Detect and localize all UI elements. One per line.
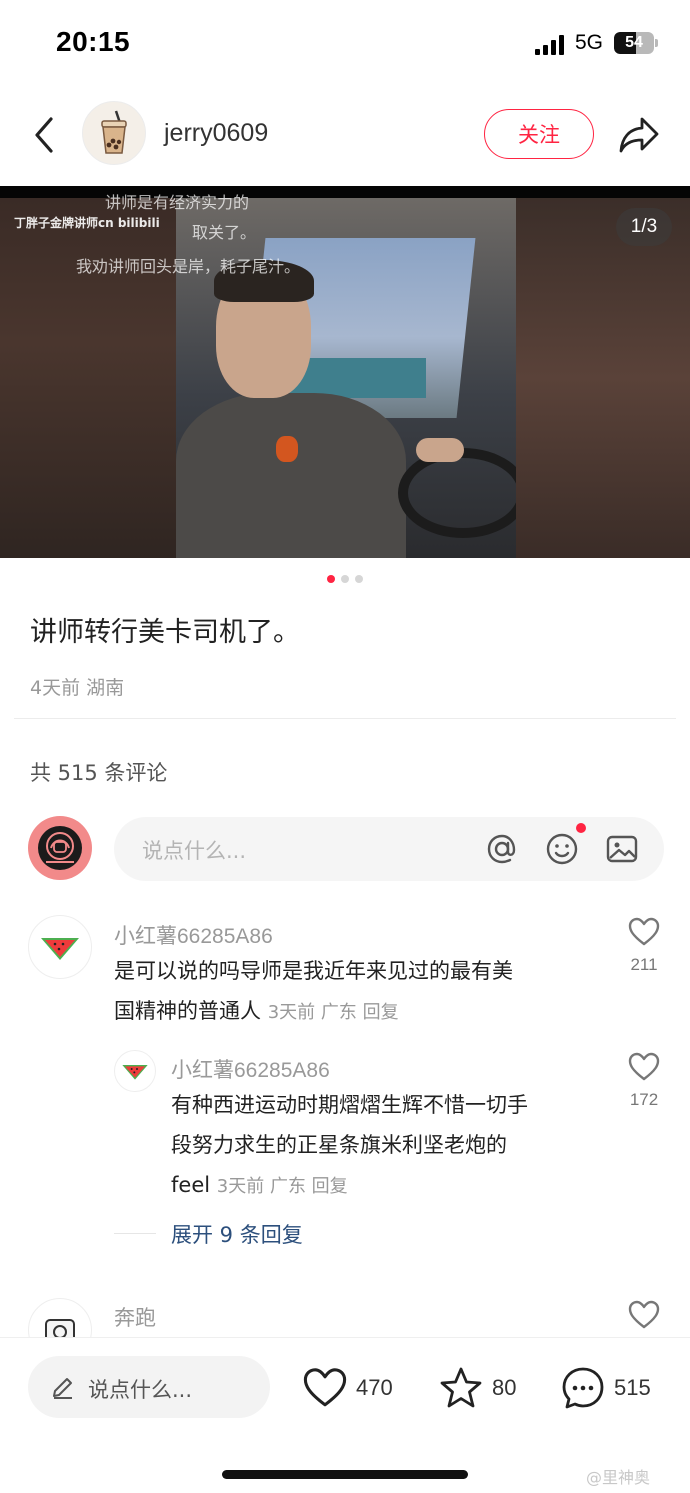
share-button[interactable] [618,115,660,155]
comment-input-placeholder: 说点什么... [142,839,247,863]
reply-text-line: 有种西进运动时期熠熠生辉不惜一切手 [171,1093,528,1117]
comment-meta[interactable]: 3天前 广东 回复 [268,1002,399,1023]
uniform-patch [276,436,298,462]
media-blur-right [516,198,690,558]
comment-count: 共 515 条评论 [30,761,168,785]
comment-text-line: 国精神的普通人 3天前 广东 回复 [114,991,604,1033]
like-button[interactable]: 470 [302,1364,393,1412]
back-button[interactable] [26,113,62,157]
comment-text: 是可以说的吗导师是我近年来见过的最有美 国精神的普通人 3天前 广东 回复 [114,951,604,1033]
bubble-tea-icon [101,110,127,154]
mention-button[interactable] [484,831,520,867]
steering-wheel [398,448,516,538]
carousel-dots [0,575,690,585]
carousel-dot[interactable] [341,575,349,583]
like-count: 470 [356,1375,393,1400]
caption-line-1: 讲师是有经济实力的 [105,193,250,212]
comment-text-tail: 国精神的普通人 [114,999,261,1023]
battery-tip [655,39,658,47]
carousel-dot[interactable] [355,575,363,583]
pencil-icon [53,1378,72,1399]
reply-text: 有种西进运动时期熠熠生辉不惜一切手 段努力求生的正星条旗米利坚老炮的 feel … [171,1085,601,1207]
heart-icon [628,1052,660,1081]
driver-body [176,393,406,558]
heart-icon [628,1300,660,1329]
image-button[interactable] [604,831,640,867]
smile-icon [546,833,578,865]
media-blur-left [0,198,176,558]
heart-icon [628,917,660,946]
expand-replies-button[interactable]: 展开 9 条回复 [171,1219,303,1249]
at-icon [487,834,516,864]
reply-text-line: feel 3天前 广东 回复 [171,1165,601,1207]
home-indicator[interactable] [222,1470,468,1479]
commenter-avatar[interactable] [28,915,92,979]
video-watermark: 丁胖子金牌讲师cn bilibili [14,216,160,230]
signal-icon [535,35,565,55]
reply-text-line: 段努力求生的正星条旗米利坚老炮的 [171,1133,507,1157]
watermelon-icon [41,938,79,960]
avatar-emblem-icon [38,826,82,870]
commenter-name[interactable]: 小红薯66285A86 [114,920,273,950]
comment-like-button[interactable] [619,1300,669,1334]
media-top-strip [0,186,690,198]
commenter-name[interactable]: 奔跑 [114,1302,156,1332]
comment-bubble-icon [562,1367,604,1409]
share-icon [619,117,659,153]
notification-dot [576,823,586,833]
driver-hand [416,438,464,462]
post-header: jerry0609 关注 [0,95,690,175]
image-icon [606,835,638,863]
battery-icon: 54 [614,32,654,54]
page-indicator: 1/3 [616,208,672,246]
comment-text-line: 是可以说的吗导师是我近年来见过的最有美 [114,959,513,983]
bottom-input-placeholder: 说点什么... [88,1378,193,1402]
comment-like-button[interactable]: 211 [619,917,669,975]
reply-meta[interactable]: 3天前 广东 回复 [217,1176,348,1197]
heart-icon [303,1368,347,1407]
reply-like-count: 172 [629,1090,659,1109]
my-avatar[interactable] [28,816,92,880]
status-bar: 20:15 5G 54 [0,0,690,88]
collect-count: 80 [492,1375,517,1400]
follow-button[interactable]: 关注 [484,109,594,159]
divider [14,718,676,719]
star-icon [440,1367,482,1408]
comment-input[interactable]: 说点什么... [114,817,664,881]
media-photo [176,198,516,558]
caption-line-3: 我劝讲师回头是岸，耗子尾汁。 [76,257,301,276]
corner-watermark: @里神奥 [586,1468,651,1487]
comments-total: 515 [614,1375,651,1400]
author-avatar[interactable] [82,101,146,165]
collect-button[interactable]: 80 [438,1364,516,1412]
reply-like-button[interactable]: 172 [619,1052,669,1110]
carousel-dot[interactable] [327,575,335,583]
status-time: 20:15 [56,26,131,57]
media-carousel[interactable]: 丁胖子金牌讲师cn bilibili 讲师是有经济实力的 取关了。 我劝讲师回头… [0,186,690,558]
post-title: 讲师转行美卡司机了。 [30,617,300,648]
network-type: 5G [575,31,604,54]
watermelon-icon [122,1065,148,1080]
chevron-left-icon [35,117,53,153]
emoji-button[interactable] [544,831,580,867]
reply-user-name[interactable]: 小红薯66285A86 [171,1054,330,1084]
caption-line-2: 取关了。 [192,223,257,242]
bottom-comment-input[interactable]: 说点什么... [28,1356,270,1418]
battery-level: 54 [625,34,643,51]
post-meta: 4天前 湖南 [30,677,125,699]
expand-divider [114,1233,156,1234]
comments-button[interactable]: 515 [560,1364,651,1412]
reply-avatar[interactable] [114,1050,156,1092]
comment-like-count: 211 [630,955,658,974]
reply-text-tail: feel [171,1173,211,1197]
author-name[interactable]: jerry0609 [164,119,268,148]
